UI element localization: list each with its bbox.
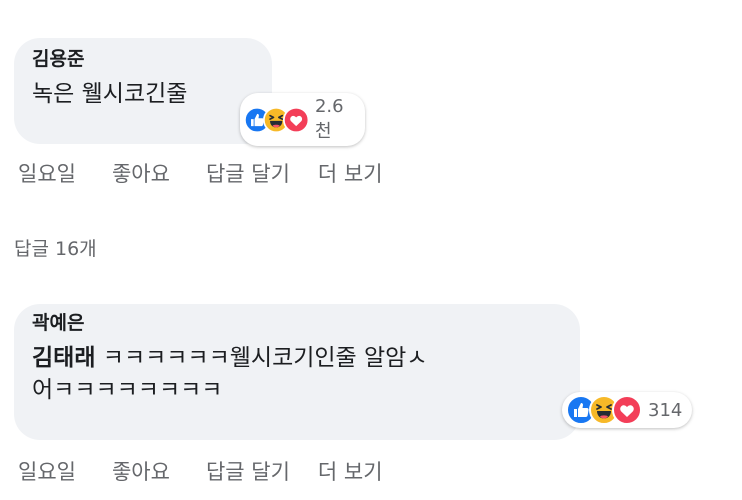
love-icon bbox=[283, 105, 309, 135]
like-button[interactable]: 좋아요 bbox=[112, 158, 170, 188]
like-button[interactable]: 좋아요 bbox=[112, 456, 170, 486]
more-button[interactable]: 더 보기 bbox=[318, 456, 383, 486]
comment-timestamp[interactable]: 일요일 bbox=[18, 158, 76, 188]
comment-actions: 일요일 좋아요 답글 달기 더 보기 bbox=[18, 158, 419, 188]
comment: 김용준 녹은 웰시코긴줄 2.6천 bbox=[14, 38, 365, 146]
reply-button[interactable]: 답글 달기 bbox=[206, 456, 290, 486]
comment-text-line2: 어ㅋㅋㅋㅋㅋㅋㅋㅋ bbox=[32, 377, 223, 403]
comment-author[interactable]: 곽예은 bbox=[32, 310, 562, 336]
comment-text-line1: ㅋㅋㅋㅋㅋㅋ웰시코기인줄 알암ㅅ bbox=[95, 345, 428, 371]
reaction-count: 314 bbox=[648, 399, 683, 421]
comment: 곽예은 김태래 ㅋㅋㅋㅋㅋㅋ웰시코기인줄 알암ㅅ 어ㅋㅋㅋㅋㅋㅋㅋㅋ 314 bbox=[14, 304, 693, 440]
comment-timestamp[interactable]: 일요일 bbox=[18, 456, 76, 486]
love-icon bbox=[612, 395, 642, 425]
comment-author[interactable]: 김용준 bbox=[32, 46, 254, 72]
comment-bubble: 김용준 녹은 웰시코긴줄 bbox=[14, 38, 272, 144]
view-replies-link[interactable]: 답글 16개 bbox=[14, 234, 97, 261]
reaction-summary[interactable]: 314 bbox=[562, 392, 693, 428]
more-button[interactable]: 더 보기 bbox=[318, 158, 383, 188]
reply-button[interactable]: 답글 달기 bbox=[206, 158, 290, 188]
comment-text: 녹은 웰시코긴줄 bbox=[32, 81, 188, 107]
reaction-summary[interactable]: 2.6천 bbox=[240, 93, 365, 146]
comment-bubble: 곽예은 김태래 ㅋㅋㅋㅋㅋㅋ웰시코기인줄 알암ㅅ 어ㅋㅋㅋㅋㅋㅋㅋㅋ bbox=[14, 304, 580, 440]
comment-text: 김태래 ㅋㅋㅋㅋㅋㅋ웰시코기인줄 알암ㅅ 어ㅋㅋㅋㅋㅋㅋㅋㅋ bbox=[32, 342, 562, 406]
comment-actions: 일요일 좋아요 답글 달기 더 보기 bbox=[18, 456, 419, 486]
reaction-count: 2.6천 bbox=[314, 96, 344, 142]
mention-link[interactable]: 김태래 bbox=[32, 345, 95, 371]
